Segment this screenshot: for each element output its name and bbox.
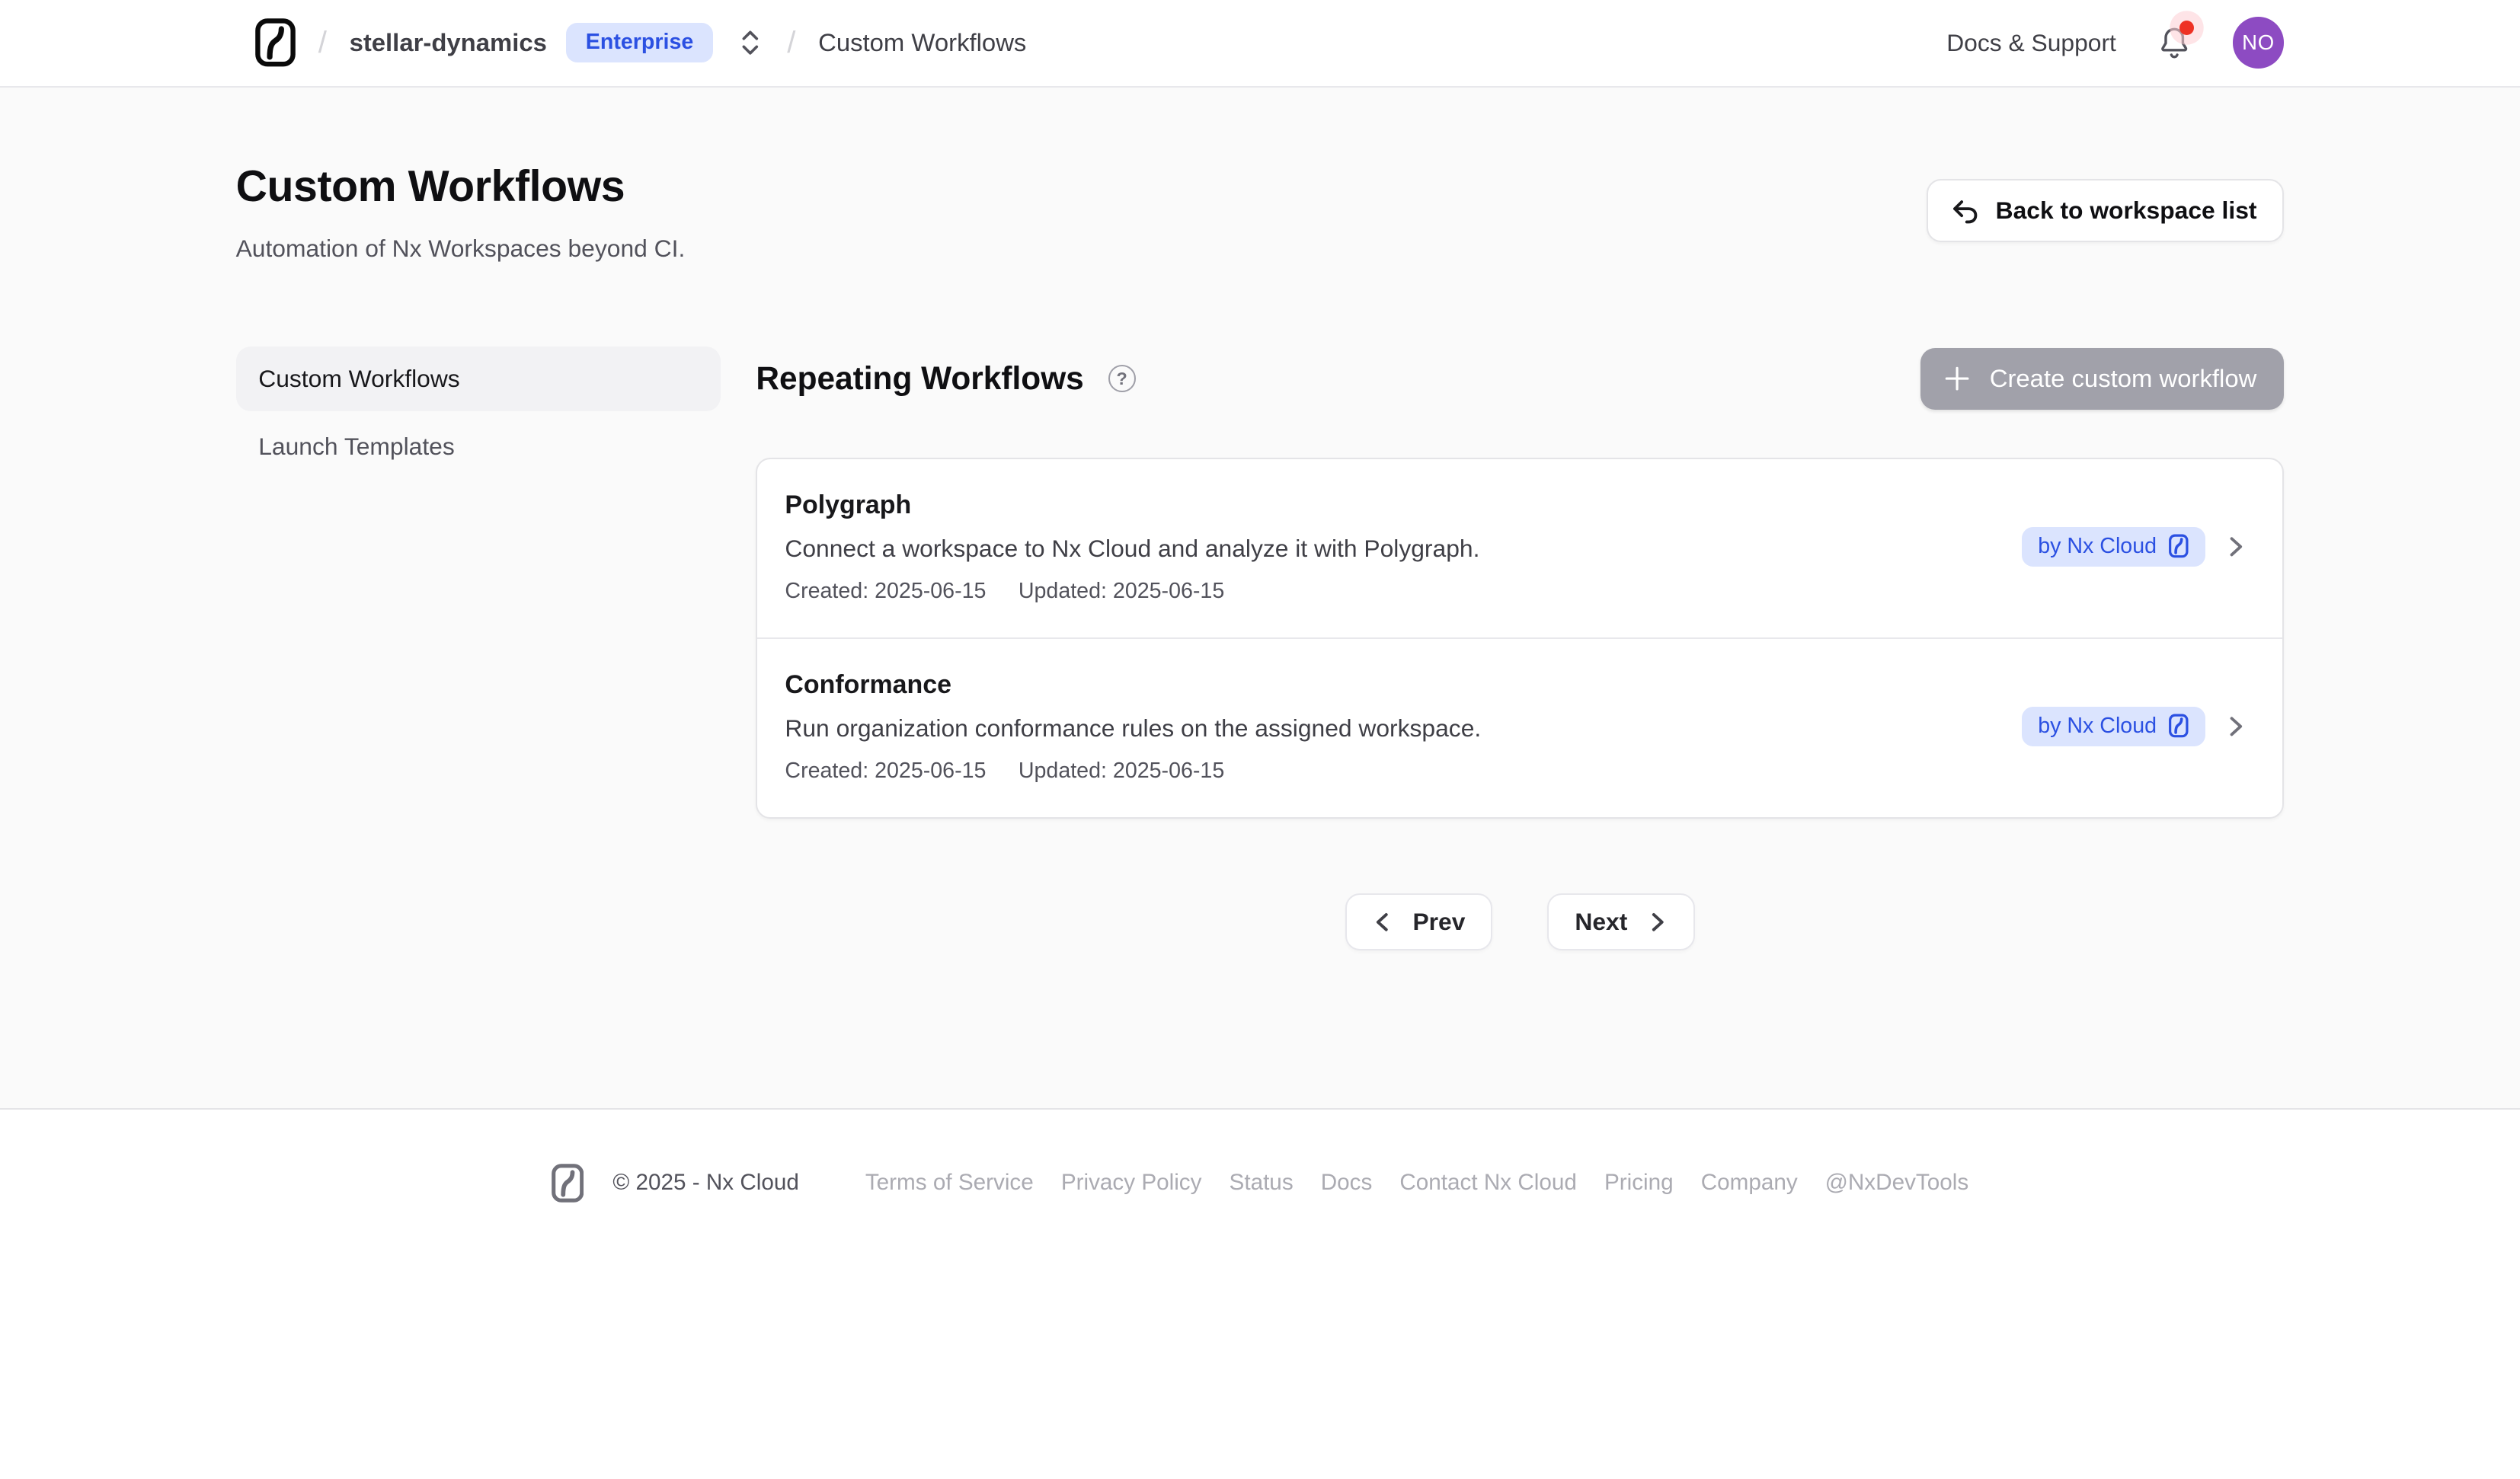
footer-link-twitter[interactable]: @NxDevTools bbox=[1825, 1170, 1968, 1196]
panel-title-wrap: Repeating Workflows ? bbox=[756, 360, 1135, 397]
footer-link-privacy[interactable]: Privacy Policy bbox=[1061, 1170, 1202, 1196]
workflow-row-actions: by Nx Cloud bbox=[2022, 707, 2247, 746]
badge-label: by Nx Cloud bbox=[2038, 714, 2157, 739]
app-window: / stellar-dynamics Enterprise / Custom W… bbox=[0, 0, 2520, 1479]
page-title-block: Custom Workflows Automation of Nx Worksp… bbox=[236, 161, 686, 263]
footer-link-docs[interactable]: Docs bbox=[1321, 1170, 1373, 1196]
create-custom-workflow-button[interactable]: Create custom workflow bbox=[1920, 348, 2285, 410]
next-page-button[interactable]: Next bbox=[1547, 893, 1695, 950]
notification-dot bbox=[2179, 21, 2194, 35]
workflow-meta: Created: 2025-06-15 Updated: 2025-06-15 bbox=[785, 579, 1479, 604]
workflow-updated: Updated: 2025-06-15 bbox=[1019, 759, 1224, 784]
back-to-workspace-list-button[interactable]: Back to workspace list bbox=[1927, 179, 2285, 241]
back-button-label: Back to workspace list bbox=[1996, 196, 2257, 225]
workflow-description: Connect a workspace to Nx Cloud and anal… bbox=[785, 535, 1479, 563]
breadcrumb-workspace[interactable]: stellar-dynamics bbox=[350, 28, 547, 57]
content-row: Custom Workflows Launch Templates Repeat… bbox=[236, 347, 2285, 950]
enterprise-plan-badge: Enterprise bbox=[566, 23, 712, 62]
workflow-description: Run organization conformance rules on th… bbox=[785, 714, 1481, 743]
nx-logo-icon bbox=[2168, 534, 2189, 558]
notifications-button[interactable] bbox=[2158, 25, 2190, 61]
workflow-info: Polygraph Connect a workspace to Nx Clou… bbox=[785, 490, 1479, 604]
nx-footer-logo-icon bbox=[552, 1163, 584, 1203]
docs-support-link[interactable]: Docs & Support bbox=[1946, 29, 2116, 57]
workflow-info: Conformance Run organization conformance… bbox=[785, 670, 1481, 784]
main-content: Custom Workflows Automation of Nx Worksp… bbox=[0, 88, 2520, 1108]
workflow-name: Conformance bbox=[785, 670, 1481, 700]
chevron-right-icon bbox=[1647, 912, 1668, 933]
footer-link-company[interactable]: Company bbox=[1701, 1170, 1798, 1196]
workflow-name: Polygraph bbox=[785, 490, 1479, 520]
panel-header: Repeating Workflows ? Create custom work… bbox=[756, 347, 2284, 411]
top-navigation-bar: / stellar-dynamics Enterprise / Custom W… bbox=[0, 0, 2520, 88]
user-avatar[interactable]: NO bbox=[2233, 17, 2285, 69]
page-subtitle: Automation of Nx Workspaces beyond CI. bbox=[236, 235, 686, 263]
nx-cloud-logo-icon[interactable] bbox=[255, 18, 296, 67]
workflow-row-polygraph[interactable]: Polygraph Connect a workspace to Nx Clou… bbox=[757, 459, 2282, 637]
return-arrow-icon bbox=[1949, 195, 1979, 225]
prev-label: Prev bbox=[1412, 908, 1465, 936]
footer-row: © 2025 - Nx Cloud Terms of Service Priva… bbox=[0, 1163, 2520, 1203]
next-label: Next bbox=[1575, 908, 1627, 936]
page-footer: © 2025 - Nx Cloud Terms of Service Priva… bbox=[0, 1108, 2520, 1479]
nx-logo-icon bbox=[2168, 714, 2189, 738]
chevron-left-icon bbox=[1372, 912, 1393, 933]
footer-link-terms[interactable]: Terms of Service bbox=[865, 1170, 1034, 1196]
plus-icon bbox=[1943, 364, 1972, 393]
section-title: Repeating Workflows bbox=[756, 360, 1083, 397]
breadcrumb-current-page[interactable]: Custom Workflows bbox=[818, 28, 1026, 57]
sidebar-item-launch-templates[interactable]: Launch Templates bbox=[236, 414, 721, 479]
by-nx-cloud-badge: by Nx Cloud bbox=[2022, 707, 2205, 746]
workflow-created: Created: 2025-06-15 bbox=[785, 579, 986, 604]
footer-link-pricing[interactable]: Pricing bbox=[1604, 1170, 1674, 1196]
prev-page-button[interactable]: Prev bbox=[1345, 893, 1493, 950]
workflows-list: Polygraph Connect a workspace to Nx Clou… bbox=[756, 458, 2284, 819]
sidebar-item-custom-workflows[interactable]: Custom Workflows bbox=[236, 347, 721, 411]
chevron-right-icon[interactable] bbox=[2224, 715, 2247, 738]
create-button-label: Create custom workflow bbox=[1990, 364, 2257, 393]
sidebar-item-label: Custom Workflows bbox=[258, 365, 459, 393]
breadcrumb: / stellar-dynamics Enterprise / Custom W… bbox=[255, 18, 1026, 67]
topbar-actions: Docs & Support NO bbox=[1946, 17, 2284, 69]
workspace-switcher-icon[interactable] bbox=[739, 28, 762, 57]
chevron-right-icon[interactable] bbox=[2224, 535, 2247, 558]
breadcrumb-separator: / bbox=[318, 25, 327, 60]
page-title: Custom Workflows bbox=[236, 161, 686, 212]
help-icon[interactable]: ? bbox=[1108, 365, 1136, 392]
footer-links: Terms of Service Privacy Policy Status D… bbox=[865, 1170, 1968, 1196]
workflow-row-actions: by Nx Cloud bbox=[2022, 527, 2247, 567]
workflow-created: Created: 2025-06-15 bbox=[785, 759, 986, 784]
sidebar-item-label: Launch Templates bbox=[258, 433, 455, 461]
footer-link-contact[interactable]: Contact Nx Cloud bbox=[1399, 1170, 1577, 1196]
pagination: Prev Next bbox=[756, 893, 2284, 950]
by-nx-cloud-badge: by Nx Cloud bbox=[2022, 527, 2205, 567]
workflow-updated: Updated: 2025-06-15 bbox=[1019, 579, 1224, 604]
copyright-text: © 2025 - Nx Cloud bbox=[612, 1170, 799, 1196]
workflow-meta: Created: 2025-06-15 Updated: 2025-06-15 bbox=[785, 759, 1481, 784]
breadcrumb-separator: / bbox=[787, 25, 795, 60]
workflow-row-conformance[interactable]: Conformance Run organization conformance… bbox=[757, 637, 2282, 817]
page-header: Custom Workflows Automation of Nx Worksp… bbox=[236, 161, 2285, 263]
badge-label: by Nx Cloud bbox=[2038, 534, 2157, 559]
section-sidebar: Custom Workflows Launch Templates bbox=[236, 347, 721, 479]
footer-link-status[interactable]: Status bbox=[1230, 1170, 1294, 1196]
repeating-workflows-panel: Repeating Workflows ? Create custom work… bbox=[756, 347, 2284, 950]
